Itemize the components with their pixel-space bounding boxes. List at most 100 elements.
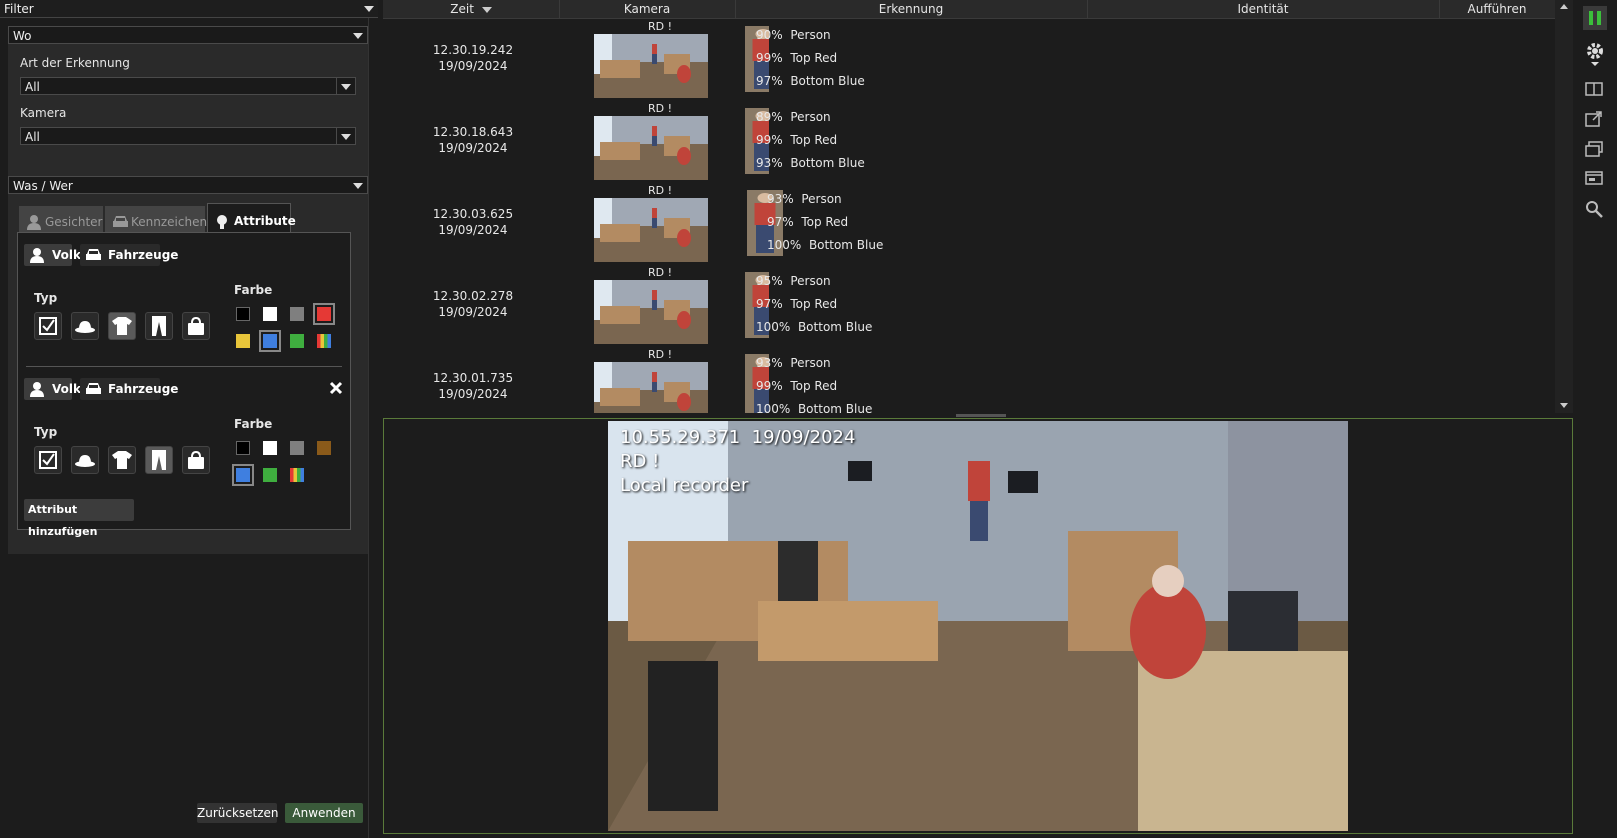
table-row[interactable]: 12.30.03.625 19/09/2024 RD ! 93% Person (383, 182, 1555, 264)
wo-section: Wo Art der Erkennung All Kamera All (8, 26, 368, 177)
detection-item: 93% Person (756, 356, 831, 370)
color-black-swatch[interactable] (236, 307, 250, 321)
detection-confidence: 93% (756, 356, 783, 370)
add-attribute-button[interactable]: Attribut hinzufügen (24, 499, 134, 538)
volk-button[interactable]: Volk (24, 378, 81, 400)
wo-header[interactable]: Wo (8, 26, 368, 44)
fahrzeuge-button[interactable]: Fahrzeuge (80, 244, 178, 266)
column-auffuehren[interactable]: Aufführen (1439, 0, 1555, 18)
detection-confidence: 93% (756, 156, 783, 170)
color-multi-swatch[interactable] (317, 334, 331, 348)
type-checklist-button[interactable] (34, 446, 62, 474)
camera-thumbnail[interactable] (594, 116, 708, 180)
color-green-swatch[interactable] (290, 334, 304, 348)
typ-label: Typ (34, 425, 58, 439)
panel-drag-handle[interactable] (956, 414, 1006, 417)
color-blue-swatch[interactable] (259, 330, 281, 352)
detection-confidence: 93% (767, 192, 794, 206)
column-kamera[interactable]: Kamera (559, 0, 736, 18)
color-multi-swatch[interactable] (290, 468, 304, 482)
art-value: All (25, 80, 40, 94)
filter-title: Filter (4, 2, 34, 16)
apply-button[interactable]: Anwenden (285, 803, 363, 823)
chevron-down-icon (341, 84, 351, 90)
was-section: Was / Wer Gesichter Kennzeichen Attribut… (8, 176, 368, 554)
color-black-swatch[interactable] (236, 441, 250, 455)
color-white-swatch[interactable] (263, 441, 277, 455)
camera-thumbnail[interactable] (594, 198, 708, 262)
car-icon (113, 216, 128, 227)
type-hat-button[interactable] (71, 312, 99, 340)
hat-icon (75, 455, 95, 467)
pause-icon (1589, 11, 1601, 25)
table-row[interactable]: 12.30.18.643 19/09/2024 RD ! 89% Person (383, 100, 1555, 182)
shirt-icon (112, 451, 132, 469)
color-green-swatch[interactable] (263, 468, 277, 482)
trousers-icon (152, 450, 166, 470)
wo-title: Wo (13, 29, 32, 43)
pause-button[interactable] (1583, 6, 1607, 30)
table-scrollbar[interactable] (1555, 0, 1573, 413)
scroll-up-icon[interactable] (1560, 4, 1568, 9)
color-blue-swatch[interactable] (232, 464, 254, 486)
camera-thumbnail[interactable] (594, 34, 708, 98)
close-icon[interactable] (329, 381, 343, 395)
color-grey-swatch[interactable] (290, 441, 304, 455)
farbe-label: Farbe (234, 283, 273, 297)
fahrzeuge-button[interactable]: Fahrzeuge (80, 378, 178, 400)
sort-desc-icon (481, 6, 492, 13)
detection-confidence: 97% (756, 297, 783, 311)
type-top-button[interactable] (108, 446, 136, 474)
archive-icon[interactable] (1585, 141, 1603, 157)
type-bag-button[interactable] (182, 446, 210, 474)
detection-confidence: 97% (756, 74, 783, 88)
color-yellow-swatch[interactable] (236, 334, 250, 348)
color-red-swatch[interactable] (313, 303, 335, 325)
detection-item: 100% Bottom Blue (756, 402, 872, 413)
export-icon[interactable] (1585, 111, 1603, 127)
type-bottom-button[interactable] (145, 312, 173, 340)
was-header[interactable]: Was / Wer (8, 176, 368, 194)
table-row[interactable]: 12.30.19.242 19/09/2024 RD ! 90% Person (383, 18, 1555, 100)
scroll-down-icon[interactable] (1560, 403, 1568, 408)
table-header: Zeit Kamera Erkennung Identität Aufführe… (383, 0, 1555, 19)
filter-panel: Filter Wo Art der Erkennung All Kamera A… (0, 0, 378, 838)
column-erkennung[interactable]: Erkennung (735, 0, 1088, 18)
camera-thumbnail[interactable] (594, 280, 708, 344)
video-panel[interactable]: 10.55.29.371 19/09/2024 RD ! Local recor… (383, 414, 1573, 834)
column-identitaet[interactable]: Identität (1087, 0, 1440, 18)
color-brown-swatch[interactable] (317, 441, 331, 455)
type-checklist-button[interactable] (34, 312, 62, 340)
car-icon (86, 383, 101, 394)
detection-item: 99% Top Red (756, 51, 837, 65)
search-icon[interactable] (1585, 200, 1603, 218)
window-icon[interactable] (1585, 171, 1603, 185)
color-grey-swatch[interactable] (290, 307, 304, 321)
filter-header[interactable]: Filter (0, 0, 378, 18)
type-bottom-button[interactable] (145, 446, 173, 474)
art-select[interactable]: All (20, 77, 356, 95)
column-zeit[interactable]: Zeit (383, 0, 560, 18)
trousers-icon (152, 316, 166, 336)
reset-button[interactable]: Zurücksetzen (197, 803, 279, 823)
color-white-swatch[interactable] (263, 307, 277, 321)
table-row[interactable]: 12.30.01.735 19/09/2024 RD ! 93% Person (383, 346, 1555, 413)
volk-button[interactable]: Volk (24, 244, 81, 266)
detection-label: Top Red (801, 215, 849, 229)
lightbulb-icon (217, 215, 227, 229)
detection-label: Person (790, 356, 831, 370)
detection-label: Bottom Blue (797, 402, 873, 413)
detection-label: Person (801, 192, 842, 206)
kamera-select[interactable]: All (20, 127, 356, 145)
type-bag-button[interactable] (182, 312, 210, 340)
rows-viewport: 12.30.19.242 19/09/2024 RD ! 90% Person (383, 18, 1555, 413)
thumbnail-image (594, 198, 708, 262)
type-hat-button[interactable] (71, 446, 99, 474)
was-title: Was / Wer (13, 179, 73, 193)
gear-icon[interactable] (1585, 42, 1605, 66)
chevron-down-icon (353, 33, 363, 39)
table-row[interactable]: 12.30.02.278 19/09/2024 RD ! 95% Person (383, 264, 1555, 346)
layout-icon[interactable] (1585, 82, 1603, 96)
type-top-button[interactable] (108, 312, 136, 340)
camera-thumbnail[interactable] (594, 362, 708, 413)
